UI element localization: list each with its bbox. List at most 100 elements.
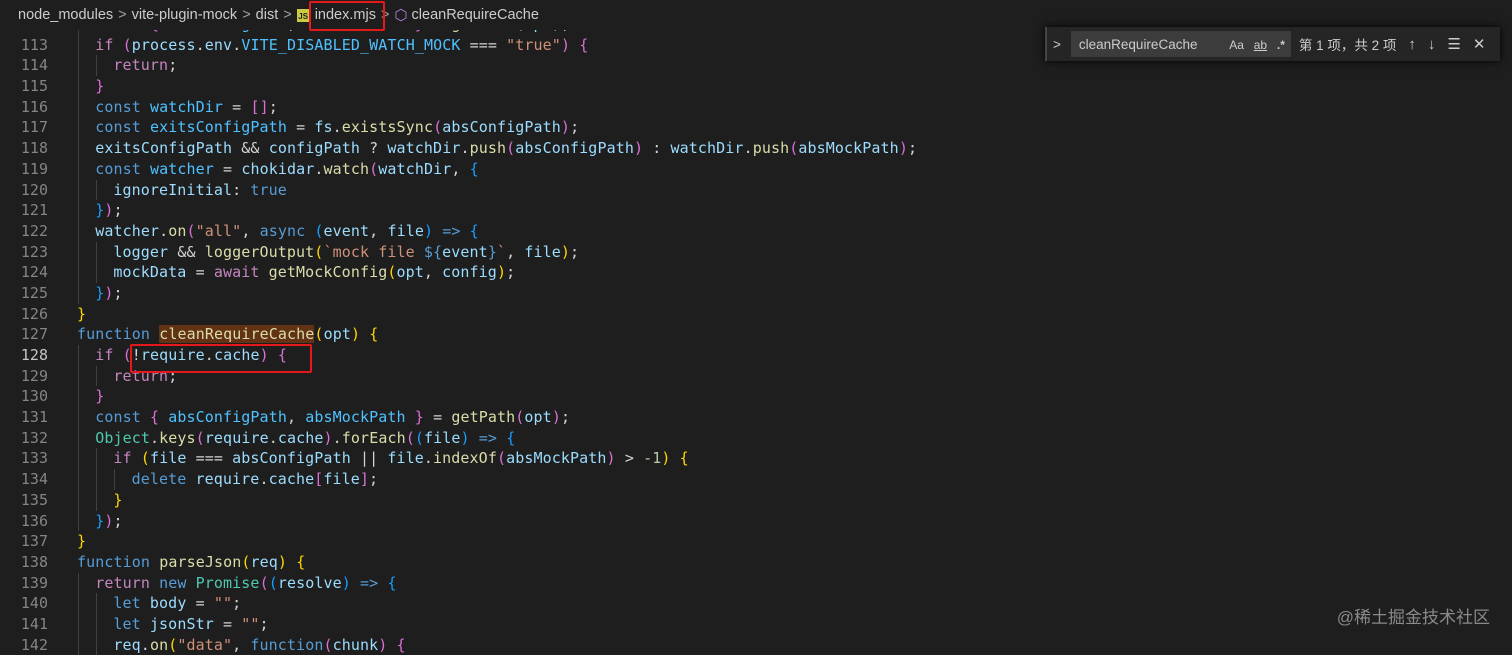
- code-line[interactable]: 128 if (!require.cache) {: [0, 345, 287, 366]
- code-token: push: [469, 139, 507, 158]
- code-line[interactable]: 116 const watchDir = [];: [0, 96, 278, 118]
- breadcrumb-node-modules[interactable]: node_modules: [18, 7, 113, 23]
- code-line[interactable]: 121});: [0, 200, 123, 221]
- code-line[interactable]: 127 function cleanRequireCache(opt) {: [0, 324, 378, 345]
- match-case-icon[interactable]: Aa: [1229, 38, 1244, 52]
- code-token: let: [113, 594, 150, 613]
- code-token: .: [159, 221, 169, 240]
- code-line[interactable]: 138 function parseJson(req) {: [0, 552, 305, 573]
- code-line[interactable]: 137}: [0, 531, 86, 552]
- code-token: }: [95, 511, 105, 530]
- code-line[interactable]: 124 mockData = await getMockConfig(opt, c…: [0, 262, 515, 283]
- code-token: await: [213, 263, 269, 282]
- code-token: `mock file: [323, 242, 424, 261]
- code-token: new: [159, 573, 196, 592]
- code-token: {: [506, 428, 516, 447]
- previous-match-icon[interactable]: ↑: [1408, 36, 1416, 53]
- code-line[interactable]: 125});: [0, 282, 123, 304]
- breadcrumb-symbol[interactable]: cleanRequireCache: [412, 7, 539, 23]
- breadcrumb-dist[interactable]: dist: [256, 7, 279, 23]
- code-text: return new Promise((resolve) => {: [77, 573, 397, 594]
- code-text: }: [77, 490, 123, 511]
- code-line[interactable]: 115}: [0, 76, 104, 97]
- code-line[interactable]: 140 let body = "";: [0, 593, 241, 614]
- code-line[interactable]: 135}: [0, 489, 122, 511]
- find-query: cleanRequireCache: [1078, 36, 1198, 52]
- code-line[interactable]: 119 const watcher = chokidar.watch(watchD…: [0, 158, 479, 180]
- find-in-selection-icon[interactable]: ☰: [1447, 35, 1460, 53]
- whole-word-icon[interactable]: ab: [1254, 38, 1267, 52]
- code-line[interactable]: 126}: [0, 304, 86, 325]
- code-token: =: [223, 97, 251, 116]
- line-number: 121: [20, 201, 48, 220]
- code-text: });: [77, 511, 123, 532]
- code-line[interactable]: 133 if (file === absConfigPath || file.in…: [0, 448, 689, 470]
- code-token: ||: [350, 449, 388, 468]
- js-file-icon: JS: [296, 8, 310, 22]
- code-token: ===: [460, 35, 507, 54]
- code-text: const { absConfigPath, absMockPath } = g…: [77, 407, 570, 428]
- code-line[interactable]: 132 Object.keys(require.cache).forEach((f…: [0, 427, 515, 449]
- code-line[interactable]: 118 exitsConfigPath && configPath ? watch…: [0, 138, 917, 159]
- code-line[interactable]: 142 req.on("data", function(chunk) {: [0, 634, 406, 655]
- code-token: fs: [314, 118, 333, 137]
- code-editor[interactable]: 112const { absConfigPath, absMockPath } …: [0, 14, 917, 655]
- line-number: 131: [20, 408, 48, 427]
- code-line[interactable]: 141 let jsonStr = "";: [0, 613, 269, 635]
- code-line[interactable]: 117 const exitsConfigPath = fs.existsSync…: [0, 117, 579, 139]
- code-line[interactable]: 131 const { absConfigPath, absMockPath } …: [0, 407, 570, 428]
- code-token: (: [414, 428, 424, 447]
- code-token: mockData: [113, 263, 187, 282]
- code-token: (: [323, 635, 333, 654]
- code-token: ignoreInitial: [113, 180, 233, 199]
- toggle-replace-icon[interactable]: >: [1053, 37, 1061, 52]
- code-token: &&: [232, 139, 269, 158]
- code-line[interactable]: 113 if (process.env.VITE_DISABLED_WATCH_M…: [0, 34, 588, 56]
- code-text: ignoreInitial: true: [77, 180, 287, 201]
- code-line[interactable]: 122 watcher.on("all", async (event, file)…: [0, 220, 479, 242]
- close-icon[interactable]: ✕: [1473, 35, 1486, 53]
- code-token: (: [789, 139, 799, 158]
- line-number: 117: [20, 118, 48, 137]
- code-token: function: [77, 552, 160, 571]
- code-line[interactable]: 120 ignoreInitial: true: [0, 179, 287, 201]
- find-input[interactable]: cleanRequireCache Aa ab .*: [1070, 31, 1291, 57]
- code-line[interactable]: 136});: [0, 510, 123, 532]
- find-widget: > cleanRequireCache Aa ab .* 第 1 项，共 2 项…: [1045, 27, 1500, 61]
- breadcrumb: node_modules > vite-plugin-mock > dist > JS…: [0, 0, 1512, 30]
- code-token: file: [524, 242, 561, 261]
- code-token: {: [679, 449, 689, 468]
- code-line[interactable]: 130}: [0, 386, 104, 408]
- code-token: req: [250, 552, 278, 571]
- code-token: .: [149, 428, 160, 447]
- code-text: function cleanRequireCache(opt) {: [77, 324, 378, 345]
- code-text: req.on("data", function(chunk) {: [77, 635, 406, 655]
- code-token: function: [250, 635, 324, 654]
- code-line[interactable]: 134 delete require.cache[file];: [0, 469, 378, 490]
- line-number: 133: [20, 449, 48, 468]
- code-token: file: [149, 449, 187, 468]
- code-token: ,: [369, 221, 388, 240]
- code-token: configPath: [268, 139, 360, 158]
- code-token: ,: [451, 159, 470, 178]
- code-line[interactable]: 139 return new Promise((resolve) => {: [0, 572, 396, 594]
- code-line[interactable]: 114 return;: [0, 55, 177, 77]
- code-line[interactable]: 123 logger && loggerOutput(`mock file ${e…: [0, 241, 579, 263]
- code-token: watchDir: [670, 139, 744, 158]
- code-token: event: [442, 242, 488, 261]
- code-token: file: [387, 449, 424, 468]
- code-token: ): [460, 428, 470, 447]
- code-text: }: [77, 386, 104, 407]
- next-match-icon[interactable]: ↓: [1428, 36, 1436, 53]
- code-line[interactable]: 129 return;: [0, 365, 177, 387]
- line-number: 115: [20, 77, 48, 96]
- code-token: .: [460, 139, 470, 158]
- code-token: keys: [159, 428, 196, 447]
- regex-icon[interactable]: .*: [1277, 38, 1285, 52]
- breadcrumb-vite-plugin-mock[interactable]: vite-plugin-mock: [132, 7, 238, 23]
- code-token: ;: [907, 139, 918, 158]
- code-token: if: [95, 35, 123, 54]
- code-token: parseJson: [159, 552, 242, 571]
- code-token: ===: [186, 449, 233, 468]
